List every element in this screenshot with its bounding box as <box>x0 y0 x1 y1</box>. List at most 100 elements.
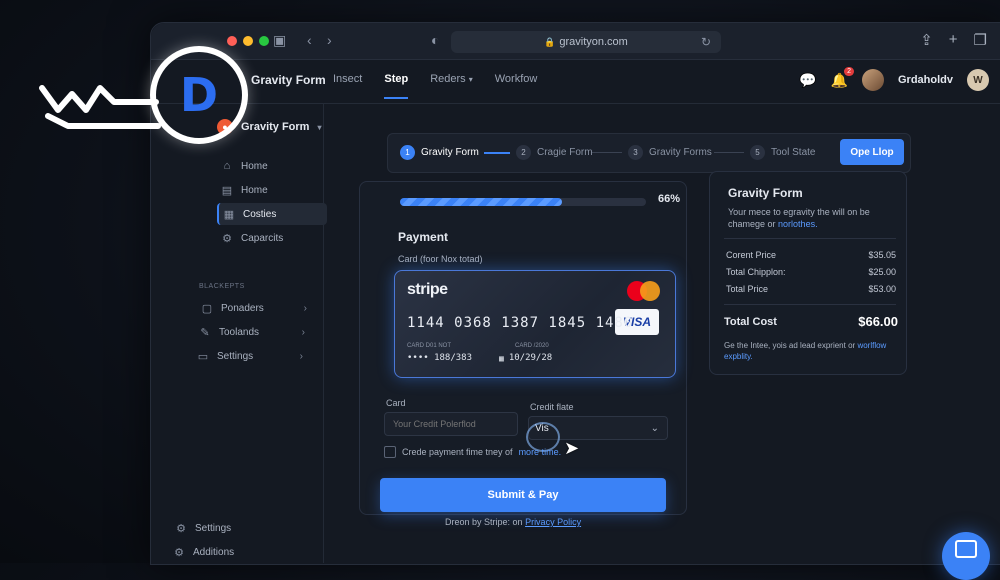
shield-icon[interactable]: ◐ <box>431 32 439 48</box>
reload-icon[interactable]: ↻ <box>701 35 711 49</box>
open-button[interactable]: Ope Llop <box>840 139 904 165</box>
step-label: Cragie Form <box>537 147 593 158</box>
nav-insect[interactable]: Insect <box>333 73 362 99</box>
progress-fill <box>400 198 563 206</box>
total-label: Total Cost <box>724 315 777 328</box>
sidebar-item-costies[interactable]: ▦ Costies <box>217 203 327 225</box>
sidebar-item-label: Ponaders <box>221 302 264 314</box>
step-label: Gravity Form <box>421 147 479 158</box>
sidebar-toggle-icon[interactable]: ▣ <box>273 32 286 49</box>
summary-row-label: Corent Price <box>726 250 777 260</box>
sidebar-item-label: Settings <box>195 522 232 534</box>
brand-logo: D <box>38 44 248 154</box>
summary-description: Your mece to egravity the will on be cha… <box>728 206 898 230</box>
step-connector <box>714 152 744 153</box>
step-number: 3 <box>628 145 643 160</box>
step-3[interactable]: 3 Gravity Forms <box>628 145 712 160</box>
sidebar-item-label: Home <box>241 184 268 196</box>
credit-card-input[interactable] <box>384 412 518 436</box>
table-icon: ▦ <box>223 208 235 221</box>
card-number: 1144 0368 1387 1845 1480 <box>407 315 634 331</box>
chevron-down-icon: ▾ <box>468 75 473 84</box>
settings-icon: ▭ <box>197 350 209 363</box>
chat-icon <box>955 540 977 558</box>
lock-icon: 🔒 <box>544 36 556 47</box>
summary-row-value: $53.00 <box>868 284 896 294</box>
chevron-right-icon: › <box>301 326 305 338</box>
payment-option-checkbox[interactable] <box>384 446 396 458</box>
step-1[interactable]: 1 Gravity Form <box>400 145 479 160</box>
step-label: Tool State <box>771 147 816 158</box>
nav-reders[interactable]: Reders ▾ <box>430 73 473 99</box>
payment-title: Payment <box>398 230 449 244</box>
sidebar-title: Gravity Form <box>241 121 310 133</box>
bell-icon[interactable]: 🔔 2 <box>831 66 854 89</box>
sidebar-item-ponaders[interactable]: ▢ Ponaders › <box>197 297 313 319</box>
sidebar-item-label: Settings <box>217 350 254 362</box>
mastercard-icon <box>627 281 661 301</box>
sidebar-item-toolands[interactable]: ✎ Toolands › <box>195 321 311 343</box>
header-brand[interactable]: Gravity Form <box>251 73 326 87</box>
logo-key-icon <box>39 85 161 129</box>
gear-icon: ⚙ <box>222 232 232 245</box>
step-label: Gravity Forms <box>649 147 712 158</box>
url-text: gravityon.com <box>559 36 628 48</box>
nav-workfow[interactable]: Workfow <box>495 73 538 99</box>
sidebar-item-home[interactable]: ⌂ Home <box>217 155 327 177</box>
top-nav: Insect Step Reders ▾ Workfow <box>333 73 537 99</box>
support-chat-button[interactable] <box>942 532 990 580</box>
gear-icon: ⚙ <box>176 522 186 535</box>
sidebar-item-caparcits[interactable]: ⚙ Caparcits <box>217 227 327 249</box>
step-number: 1 <box>400 145 415 160</box>
privacy-policy-link[interactable]: Privacy Policy <box>525 517 581 527</box>
rate-field-label: Credit flate <box>530 402 574 412</box>
user-name[interactable]: Grdaholdv <box>898 74 953 86</box>
notification-badge: 2 <box>844 66 854 76</box>
card-field2-label: CARD /2020 <box>515 343 549 349</box>
summary-footer: Ge the Intee, yois ad lead exprient or w… <box>724 340 900 362</box>
sidebar-item-settings[interactable]: ▭ Settings › <box>193 345 309 367</box>
logo-circle: D <box>150 46 248 144</box>
summary-row: Total Chipplon: $25.00 <box>726 267 896 277</box>
address-bar[interactable]: 🔒 gravityon.com <box>451 31 721 53</box>
user-initial-avatar[interactable]: W <box>967 69 989 91</box>
step-number: 5 <box>750 145 765 160</box>
submit-pay-button[interactable]: Submit & Pay <box>380 478 666 512</box>
progress-percent: 66% <box>658 193 681 205</box>
chat-icon[interactable]: 💬 <box>799 72 816 89</box>
step-5[interactable]: 5 Tool State <box>750 145 815 160</box>
sidebar-item-additions[interactable]: ⚙ Additions <box>169 541 279 563</box>
home-icon: ⌂ <box>223 160 231 172</box>
nav-step[interactable]: Step <box>384 73 409 99</box>
footer-text: Dreon by Stripe: on <box>445 517 523 527</box>
share-icon[interactable]: ⇪ <box>920 31 933 49</box>
payment-option-row: Crede payment fime tney of more time. <box>384 446 561 458</box>
sidebar-item-label: Caparcits <box>241 232 284 244</box>
forward-icon[interactable]: › <box>327 32 332 48</box>
step-connector <box>484 152 510 154</box>
order-summary: Gravity Form Your mece to egravity the w… <box>709 171 907 375</box>
summary-row: Corent Price $35.05 <box>726 250 896 260</box>
divider <box>724 238 896 239</box>
chevron-down-icon: ▾ <box>317 122 322 132</box>
summary-total: Total Cost $66.00 <box>724 314 898 329</box>
nav-reders-label: Reders <box>430 73 466 85</box>
gear-icon: ⚙ <box>174 546 184 559</box>
step-2[interactable]: 2 Cragie Form <box>516 145 593 160</box>
card-field1-value: •••• 188/383 <box>407 353 473 363</box>
card-expiry: ▦ 10/29/28 <box>499 353 552 363</box>
avatar[interactable] <box>861 69 884 91</box>
sidebar-item-home-2[interactable]: ▤ Home <box>217 179 327 201</box>
checkbox-text: Crede payment fime tney of <box>402 447 513 457</box>
plus-icon[interactable]: + <box>949 31 958 49</box>
more-time-link[interactable]: more time. <box>519 447 562 457</box>
tabs-icon[interactable]: ❐ <box>974 31 987 49</box>
sidebar-item-label: Additions <box>193 546 235 558</box>
back-icon[interactable]: ‹ <box>307 32 312 48</box>
total-value: $66.00 <box>858 314 898 329</box>
folder-icon: ▢ <box>201 302 213 315</box>
maximize-window-button[interactable] <box>259 36 269 46</box>
chevron-right-icon: › <box>303 302 307 314</box>
sidebar-item-bottom-settings[interactable]: ⚙ Settings <box>171 517 281 539</box>
summary-desc-link[interactable]: norlothes. <box>778 219 818 229</box>
